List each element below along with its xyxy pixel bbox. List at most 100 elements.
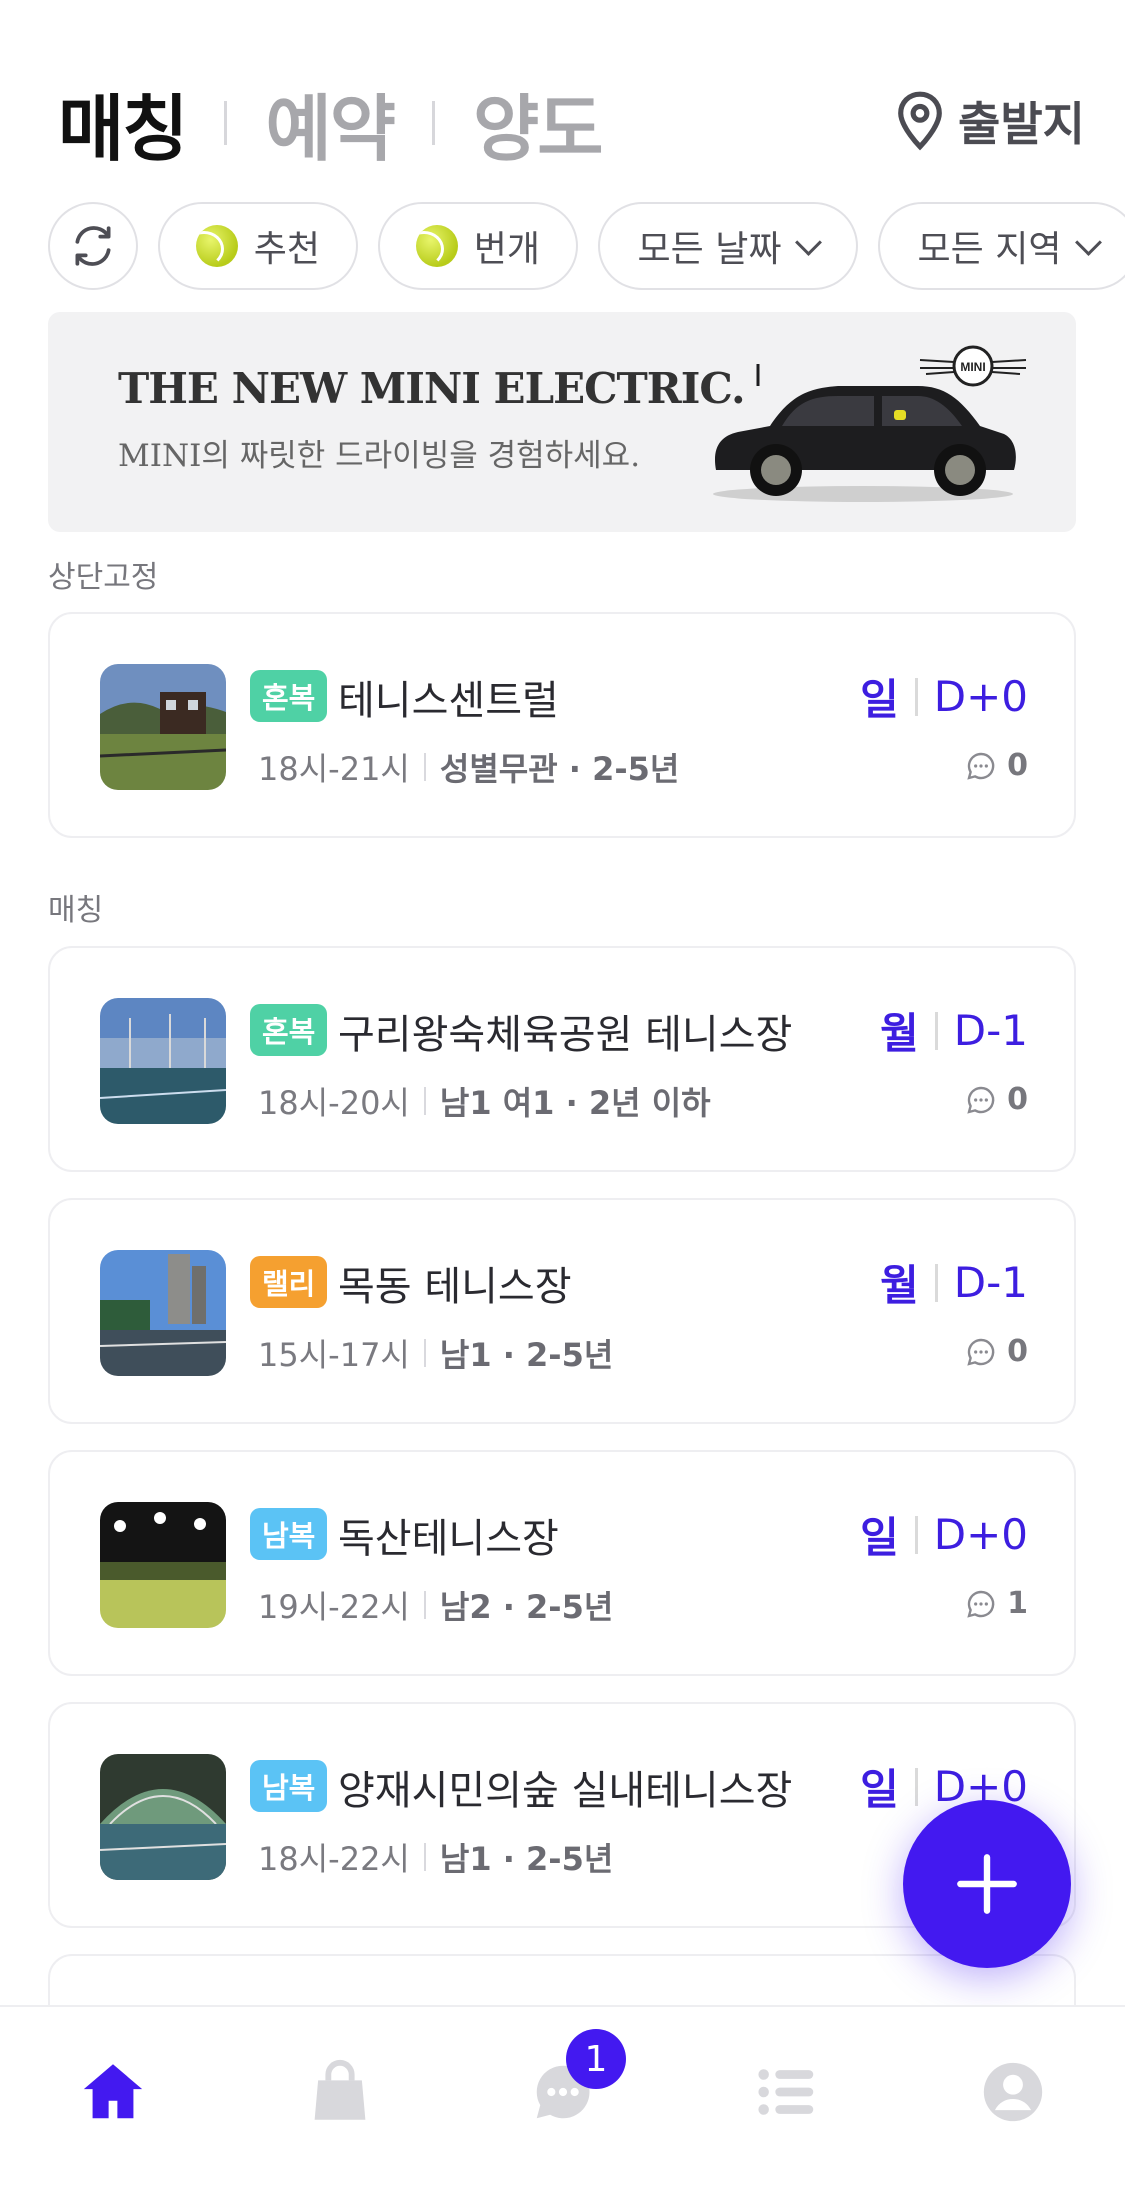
comment-number: 0 xyxy=(1007,748,1028,783)
match-meta: 15시-17시 남1 · 2-5년 xyxy=(258,1330,613,1376)
filter-chip-recommend[interactable]: 추천 xyxy=(158,202,358,290)
ad-title: THE NEW MINI ELECTRIC. xyxy=(118,364,746,413)
car-image xyxy=(713,364,1016,502)
tab-reservation[interactable]: 예약 xyxy=(265,70,395,175)
chevron-down-icon xyxy=(795,228,823,256)
home-icon xyxy=(83,2064,143,2119)
match-meta: 18시-22시 남1 · 2-5년 xyxy=(258,1834,613,1880)
match-dday: D-1 xyxy=(953,1006,1028,1055)
match-meta: 19시-22시 남2 · 2-5년 xyxy=(258,1582,613,1628)
meta-divider xyxy=(423,1339,426,1367)
court-thumbnail xyxy=(100,1502,226,1628)
meta-divider xyxy=(423,1087,426,1115)
game-type-badge: 혼복 xyxy=(250,1004,328,1056)
chat-bubble-icon xyxy=(967,752,995,780)
match-time: 18시-22시 xyxy=(258,1840,410,1878)
chevron-down-icon xyxy=(1075,228,1103,256)
match-time: 19시-22시 xyxy=(258,1588,410,1626)
add-match-button[interactable] xyxy=(903,1800,1071,1968)
origin-label: 출발지 xyxy=(958,97,1085,151)
filter-chip-date[interactable]: 모든 날짜 xyxy=(598,202,858,290)
chat-bubble-icon xyxy=(967,1338,995,1366)
match-weekday: 월 xyxy=(880,1261,919,1310)
date-divider xyxy=(914,1767,918,1806)
match-time: 15시-17시 xyxy=(258,1336,410,1374)
segment-tabs: 매칭 예약 양도 xyxy=(58,70,603,175)
court-thumbnail xyxy=(100,664,226,790)
chat-bubble-icon xyxy=(967,1590,995,1618)
shopping-bag-icon xyxy=(314,2060,366,2120)
match-time: 18시-21시 xyxy=(258,750,410,788)
origin-button[interactable]: 출발지 xyxy=(894,88,1085,154)
match-card[interactable]: 랠리 목동 테니스장 15시-17시 남1 · 2-5년 월 D-1 0 xyxy=(48,1198,1076,1424)
date-divider xyxy=(934,1263,938,1302)
ad-subtitle: MINI의 짜릿한 드라이빙을 경험하세요. xyxy=(118,438,641,474)
match-conditions: 남1 · 2-5년 xyxy=(439,1840,614,1878)
date-divider xyxy=(934,1011,938,1050)
chat-bubble-icon xyxy=(967,1086,995,1114)
court-name: 양재시민의숲 실내테니스장 xyxy=(338,1768,793,1814)
match-dday: D+0 xyxy=(933,1510,1028,1559)
comment-count: 1 xyxy=(965,1586,1028,1621)
match-meta: 18시-21시 성별무관 · 2-5년 xyxy=(258,744,679,790)
nav-profile[interactable] xyxy=(968,2047,1058,2137)
match-card[interactable]: 혼복 테니스센트럴 18시-21시 성별무관 · 2-5년 일 D+0 0 xyxy=(48,612,1076,838)
match-conditions: 남1 여1 · 2년 이하 xyxy=(439,1084,711,1122)
court-name: 독산테니스장 xyxy=(338,1516,559,1562)
chip-label: 모든 지역 xyxy=(917,229,1062,270)
tab-transfer[interactable]: 양도 xyxy=(473,70,603,175)
nav-shop[interactable] xyxy=(295,2047,385,2137)
section-label-pinned: 상단고정 xyxy=(48,560,159,595)
tab-divider xyxy=(224,100,228,145)
date-divider xyxy=(914,1515,918,1554)
court-name: 구리왕숙체육공원 테니스장 xyxy=(338,1012,793,1058)
match-date: 월 D-1 xyxy=(880,1000,1028,1061)
nav-list[interactable] xyxy=(742,2047,832,2137)
filter-chip-region[interactable]: 모든 지역 xyxy=(878,202,1125,290)
match-weekday: 일 xyxy=(860,1765,899,1814)
top-header: 매칭 예약 양도 출발지 xyxy=(0,60,1125,180)
match-date: 일 D+0 xyxy=(860,666,1028,727)
match-dday: D-1 xyxy=(953,1258,1028,1307)
comment-number: 0 xyxy=(1007,1082,1028,1117)
comment-number: 1 xyxy=(1007,1586,1028,1621)
bottom-nav: 1 xyxy=(0,2005,1125,2187)
meta-divider xyxy=(423,1591,426,1619)
court-name: 테니스센트럴 xyxy=(338,678,559,724)
game-type-badge: 혼복 xyxy=(250,670,328,722)
court-thumbnail xyxy=(100,1250,226,1376)
profile-icon xyxy=(983,2062,1043,2122)
match-conditions: 남2 · 2-5년 xyxy=(439,1588,614,1626)
match-date: 월 D-1 xyxy=(880,1252,1028,1313)
tennis-ball-icon xyxy=(416,225,458,267)
match-conditions: 남1 · 2-5년 xyxy=(439,1336,614,1374)
refresh-button[interactable] xyxy=(48,202,138,290)
court-thumbnail xyxy=(100,1754,226,1880)
plus-icon xyxy=(957,1854,1017,1914)
court-name: 목동 테니스장 xyxy=(338,1264,572,1310)
filter-bar: 추천 번개 모든 날짜 모든 지역 xyxy=(48,202,1125,290)
section-label-matching: 매칭 xyxy=(48,893,104,928)
chip-label: 번개 xyxy=(473,229,540,270)
ad-banner[interactable]: THE NEW MINI ELECTRIC. MINI의 짜릿한 드라이빙을 경… xyxy=(48,312,1076,532)
game-type-badge: 남복 xyxy=(250,1508,328,1560)
match-card[interactable]: 혼복 구리왕숙체육공원 테니스장 18시-20시 남1 여1 · 2년 이하 월… xyxy=(48,946,1076,1172)
match-card[interactable]: 남복 독산테니스장 19시-22시 남2 · 2-5년 일 D+0 1 xyxy=(48,1450,1076,1676)
game-type-badge: 랠리 xyxy=(250,1256,328,1308)
match-conditions: 성별무관 · 2-5년 xyxy=(439,750,680,788)
comment-number: 0 xyxy=(1007,1334,1028,1369)
refresh-icon xyxy=(75,226,111,266)
meta-divider xyxy=(423,1843,426,1871)
match-date: 일 D+0 xyxy=(860,1504,1028,1565)
game-type-badge: 남복 xyxy=(250,1760,328,1812)
list-icon xyxy=(758,2069,814,2115)
nav-home[interactable] xyxy=(68,2047,158,2137)
court-thumbnail xyxy=(100,998,226,1124)
match-time: 18시-20시 xyxy=(258,1084,410,1122)
tab-divider xyxy=(431,100,435,145)
filter-chip-flash[interactable]: 번개 xyxy=(378,202,578,290)
match-weekday: 월 xyxy=(880,1009,919,1058)
tab-matching[interactable]: 매칭 xyxy=(58,70,188,175)
comment-count: 0 xyxy=(965,1082,1028,1117)
date-divider xyxy=(914,677,918,716)
